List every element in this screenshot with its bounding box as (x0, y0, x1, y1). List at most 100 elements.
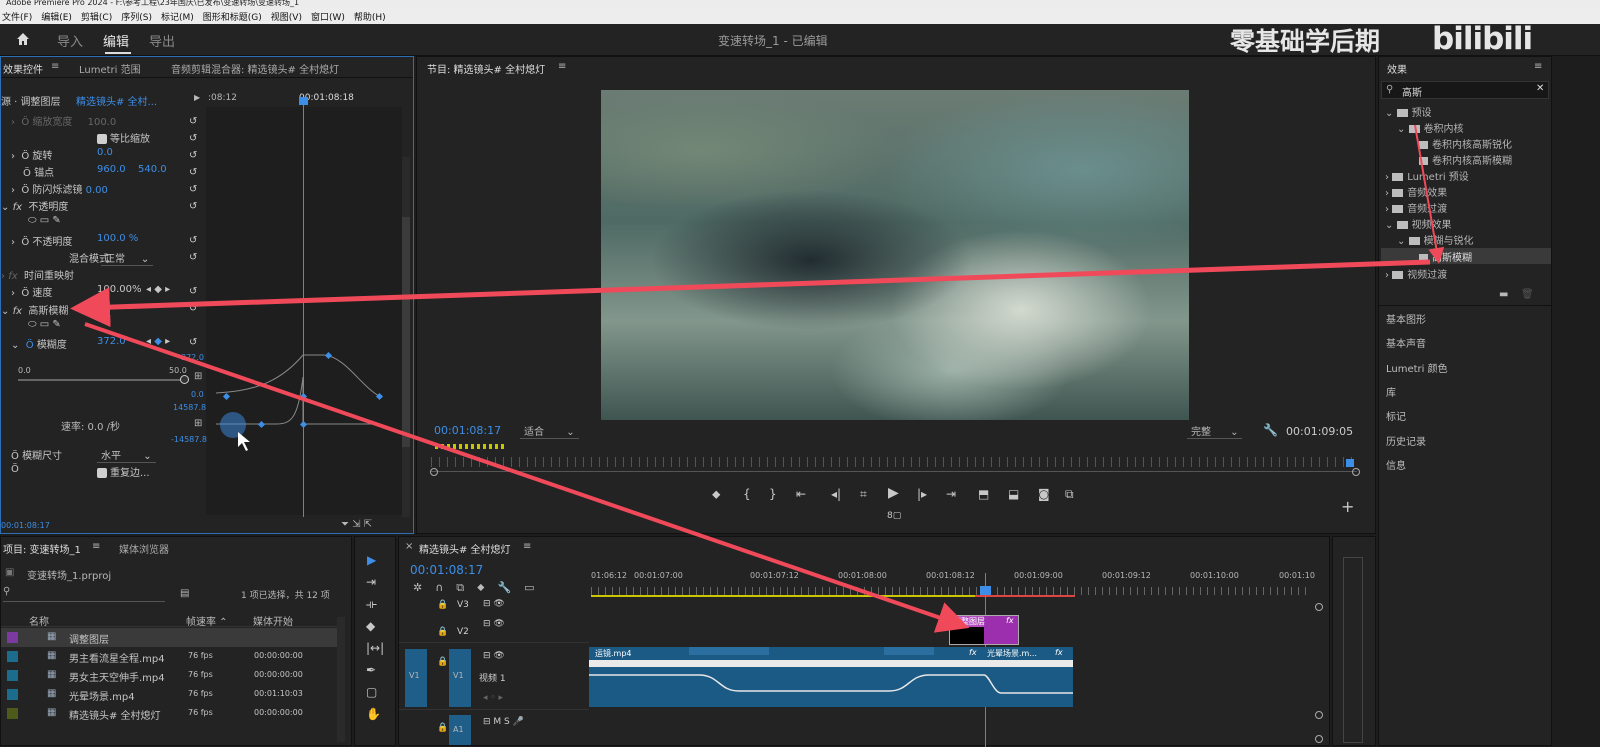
value-speed[interactable]: 100.00% (97, 284, 142, 295)
col-media-start[interactable]: 媒体开始 (253, 613, 293, 628)
ellipse-mask-icon-2[interactable]: ⬭ (28, 319, 37, 330)
selection-tool-icon[interactable]: ▶ (367, 553, 376, 567)
lock-a1-icon[interactable]: 🔒 (437, 723, 448, 733)
tab-import[interactable]: 导入 (57, 31, 83, 50)
blend-mode-select[interactable]: 正常 ⌄ (101, 250, 154, 266)
section-essential-graphics[interactable]: 基本图形 (1386, 311, 1426, 326)
tab-lumetri-scopes[interactable]: Lumetri 范围 (79, 61, 141, 76)
go-to-in-icon[interactable]: ⇤ (796, 487, 806, 501)
value-blurriness[interactable]: 372.0 (97, 336, 126, 347)
project-item[interactable]: ▦ 精选镜头# 全村熄灯 76 fps 00:00:00:00 (1, 704, 337, 723)
zoom-right-handle[interactable] (1352, 468, 1360, 476)
menu-markers[interactable]: 标记(M) (161, 10, 194, 23)
blur-slider-track[interactable] (18, 379, 184, 381)
lock-v1-icon[interactable]: 🔒 (437, 657, 448, 667)
timeline-title[interactable]: 精选镜头# 全村熄灯 (419, 541, 511, 556)
blur-dimensions-select[interactable]: 水平 ⌄ (97, 447, 156, 463)
project-scrollbar[interactable] (337, 617, 345, 742)
rect-mask-icon-2[interactable]: ▭ (40, 319, 49, 330)
project-menu-icon[interactable]: ≡ (92, 541, 100, 552)
track-select-icon[interactable]: ⇥ (366, 575, 376, 589)
new-bin-icon-2[interactable]: ▤ (180, 588, 189, 599)
tab-audio-mixer[interactable]: 音频剪辑混合器: 精选镜头# 全村熄灯 (171, 61, 339, 76)
menu-file[interactable]: 文件(F) (2, 10, 32, 23)
timeline-playhead-handle[interactable] (980, 586, 991, 595)
project-item[interactable]: ▦ 光晕场景.mp4 76 fps 00:01:10:03 (1, 685, 337, 704)
value-anchor-y[interactable]: 540.0 (138, 164, 167, 175)
vr-icon[interactable]: 8▢ (887, 511, 901, 521)
export-frame-icon[interactable]: ◙ (1038, 487, 1050, 501)
project-item[interactable]: ▦ 男主看流星全程.mp4 76 fps 00:00:00:00 (1, 647, 337, 666)
effects-menu-icon[interactable]: ≡ (1534, 61, 1542, 72)
hand-tool-icon[interactable]: ✋ (366, 707, 381, 721)
adjustment-layer-clip[interactable]: 调整图层 fx (949, 615, 1019, 645)
label-color-swatch[interactable] (7, 651, 18, 662)
a1-controls[interactable]: ⊟ M S 🎤 (483, 717, 524, 727)
wrench-icon[interactable]: 🔧 (1263, 423, 1278, 437)
timeline-tools[interactable]: ✲∩⧉⬥🔧▭ (413, 581, 548, 595)
tree-lumetri-presets[interactable]: › Lumetri 预设 (1385, 168, 1469, 183)
lock-v2-icon[interactable]: 🔒 (437, 627, 448, 637)
menu-graphics[interactable]: 图形和标题(G) (203, 10, 262, 23)
v1-target[interactable]: V1 (449, 649, 471, 707)
pen-mask-icon-2[interactable]: ✎ (52, 319, 60, 330)
tree-convolution-sharpen[interactable]: 卷积内核高斯锐化 (1419, 136, 1512, 151)
v1-sync-icon[interactable]: ⊟ 👁 (483, 651, 505, 661)
v2-sync-icon[interactable]: ⊟ 👁 (483, 619, 505, 629)
tree-audio-transitions[interactable]: › 音频过渡 (1385, 200, 1447, 215)
label-color-swatch[interactable] (7, 708, 18, 719)
tree-presets[interactable]: ⌄ 预设 (1385, 104, 1432, 119)
program-playhead[interactable] (1346, 459, 1354, 467)
new-bin-icon[interactable]: ▬ (1499, 289, 1508, 300)
blur-slider-thumb[interactable] (180, 375, 189, 384)
compare-icon[interactable]: ⧉ (1065, 487, 1074, 502)
value-opacity[interactable]: 100.0 % (97, 233, 138, 244)
project-search[interactable]: ⚲ (3, 586, 165, 602)
clip-selector[interactable]: 精选镜头# 全村... (76, 93, 157, 108)
timeline-scroll-top[interactable] (1315, 603, 1323, 611)
go-to-out-icon[interactable]: ⇥ (946, 487, 956, 501)
timeline-timecode[interactable]: 00:01:08:17 (410, 563, 483, 577)
rect-mask-icon[interactable]: ▭ (40, 215, 49, 226)
tree-convolution[interactable]: ⌄ 卷积内核 (1397, 120, 1464, 135)
play-icon[interactable]: ▶ (888, 485, 899, 501)
uniform-scale-checkbox[interactable] (97, 134, 107, 144)
razor-icon[interactable]: ◆ (366, 619, 375, 633)
value-flicker[interactable]: 0.00 (86, 185, 108, 196)
ripple-edit-icon[interactable]: ⟛ (366, 597, 377, 612)
video-frame[interactable] (601, 90, 1189, 420)
ellipse-mask-icon[interactable]: ⬭ (28, 215, 37, 226)
slip-tool-icon[interactable]: |↔| (366, 641, 384, 655)
ec-scrollbar[interactable] (402, 217, 410, 447)
zoom-left-handle[interactable] (430, 468, 438, 476)
section-libraries[interactable]: 库 (1386, 384, 1396, 399)
tree-video-effects[interactable]: ⌄ 视频效果 (1385, 216, 1452, 231)
project-item[interactable]: ▦ 调整图层 (1, 628, 337, 647)
tab-media-browser[interactable]: 媒体浏览器 (119, 541, 169, 556)
program-ruler[interactable] (431, 457, 1357, 467)
a1-target[interactable]: A1 (449, 715, 471, 745)
effects-search-box[interactable]: ⚲ 高斯 ✕ (1381, 81, 1549, 99)
repeat-edge-checkbox[interactable] (97, 468, 107, 478)
delete-icon[interactable]: 🗑 (1521, 289, 1534, 300)
graph-toggle-icon[interactable]: ⊞ (194, 371, 202, 382)
tree-gaussian-blur[interactable]: 高斯模糊 (1419, 249, 1472, 264)
lift-icon[interactable]: ⬒ (978, 487, 989, 501)
fit-select[interactable]: 适合 ⌄ (520, 423, 579, 439)
label-color-swatch[interactable] (7, 632, 18, 643)
section-history[interactable]: 历史记录 (1386, 433, 1426, 448)
tab-export[interactable]: 导出 (149, 31, 175, 50)
lock-v3-icon[interactable]: 🔒 (437, 600, 448, 610)
close-tab-icon[interactable]: × (405, 541, 413, 552)
menu-sequence[interactable]: 序列(S) (121, 10, 152, 23)
play-only-icon[interactable]: ▶ (194, 93, 200, 102)
v1-keyframe-nav[interactable]: ◂ ◦ ▸ (483, 693, 503, 703)
effects-search-input[interactable]: 高斯 (1402, 84, 1422, 99)
v3-sync-icon[interactable]: ⊟ 👁 (483, 599, 505, 609)
label-color-swatch[interactable] (7, 670, 18, 681)
home-icon[interactable] (15, 31, 31, 50)
section-info[interactable]: 信息 (1386, 457, 1406, 472)
clear-search-icon[interactable]: ✕ (1536, 83, 1544, 94)
col-name[interactable]: 名称 (29, 613, 49, 628)
menu-clip[interactable]: 剪辑(C) (81, 10, 112, 23)
